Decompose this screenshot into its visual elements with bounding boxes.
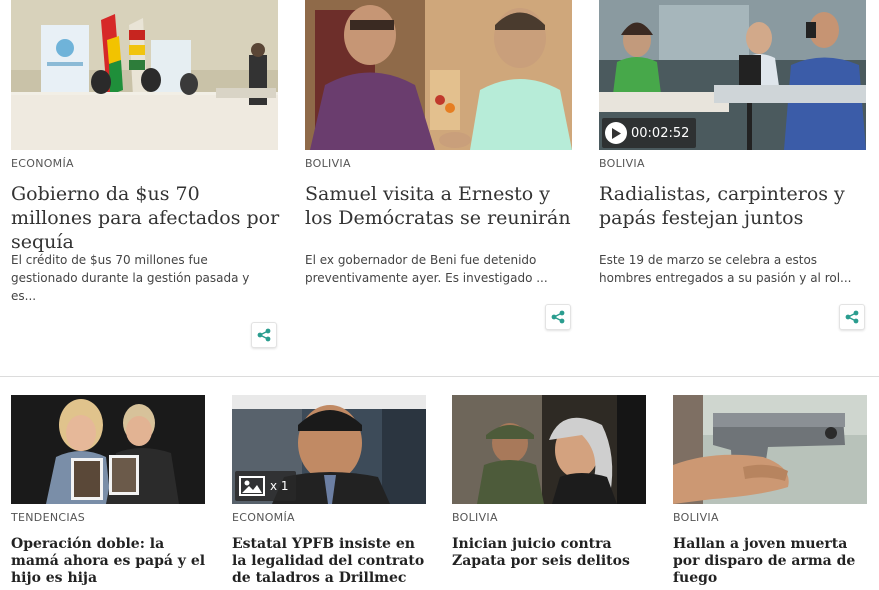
news-category[interactable]: BOLIVIA — [452, 511, 498, 524]
news-photo-press-conference[interactable] — [11, 0, 278, 150]
news-card[interactable]: ECONOMÍA Gobierno da $us 70 millones par… — [11, 0, 279, 360]
news-category[interactable]: TENDENCIAS — [11, 511, 85, 524]
gallery-count-badge[interactable]: x 1 — [235, 471, 296, 501]
section-divider — [0, 376, 879, 377]
news-card[interactable]: TENDENCIAS Operación doble: la mamá ahor… — [11, 395, 205, 590]
share-icon — [551, 310, 565, 324]
news-photo-courtroom[interactable] — [452, 395, 646, 504]
news-category[interactable]: BOLIVIA — [599, 157, 645, 170]
share-button[interactable] — [545, 304, 571, 330]
news-category[interactable]: ECONOMÍA — [232, 511, 295, 524]
news-card[interactable]: 00:02:52 BOLIVIA Radialistas, carpintero… — [599, 0, 866, 360]
news-photo-handgun[interactable] — [673, 395, 867, 504]
news-video-thumbnail-radio-studio[interactable]: 00:02:52 — [599, 0, 866, 150]
share-icon — [257, 328, 271, 342]
news-photo-family-portrait[interactable] — [11, 395, 205, 504]
news-photo-two-men-meeting[interactable] — [305, 0, 572, 150]
video-duration-badge[interactable]: 00:02:52 — [602, 118, 697, 148]
news-headline[interactable]: Radialistas, carpinteros y papás festeja… — [599, 182, 874, 230]
news-headline[interactable]: Operación doble: la mamá ahora es papá y… — [11, 536, 211, 587]
news-card[interactable]: x 1 ECONOMÍA Estatal YPFB insiste en la … — [232, 395, 426, 590]
video-duration: 00:02:52 — [631, 125, 690, 141]
news-headline[interactable]: Estatal YPFB insiste en la legalidad del… — [232, 536, 432, 587]
featured-news-row: ECONOMÍA Gobierno da $us 70 millones par… — [0, 0, 879, 376]
news-headline[interactable]: Hallan a joven muerta por disparo de arm… — [673, 536, 873, 587]
share-button[interactable] — [251, 322, 277, 348]
news-card[interactable]: BOLIVIA Inician juicio contra Zapata por… — [452, 395, 646, 590]
news-category[interactable]: ECONOMÍA — [11, 157, 74, 170]
share-button[interactable] — [839, 304, 865, 330]
news-summary: El crédito de $us 70 millones fue gestio… — [11, 253, 250, 303]
news-headline[interactable]: Gobierno da $us 70 millones para afectad… — [11, 182, 286, 254]
image-gallery-icon — [239, 476, 265, 496]
news-category[interactable]: BOLIVIA — [305, 157, 351, 170]
news-summary: Este 19 de marzo se celebra a estos homb… — [599, 253, 852, 285]
news-headline[interactable]: Inician juicio contra Zapata por seis de… — [452, 536, 652, 570]
news-category[interactable]: BOLIVIA — [673, 511, 719, 524]
news-summary: El ex gobernador de Beni fue detenido pr… — [305, 253, 548, 285]
news-card[interactable]: BOLIVIA Hallan a joven muerta por dispar… — [673, 395, 867, 590]
news-photo-official-portrait[interactable]: x 1 — [232, 395, 426, 504]
gallery-count: x 1 — [270, 479, 289, 493]
news-card[interactable]: BOLIVIA Samuel visita a Ernesto y los De… — [305, 0, 572, 360]
share-icon — [845, 310, 859, 324]
news-headline[interactable]: Samuel visita a Ernesto y los Demócratas… — [305, 182, 580, 230]
play-icon — [605, 122, 627, 144]
